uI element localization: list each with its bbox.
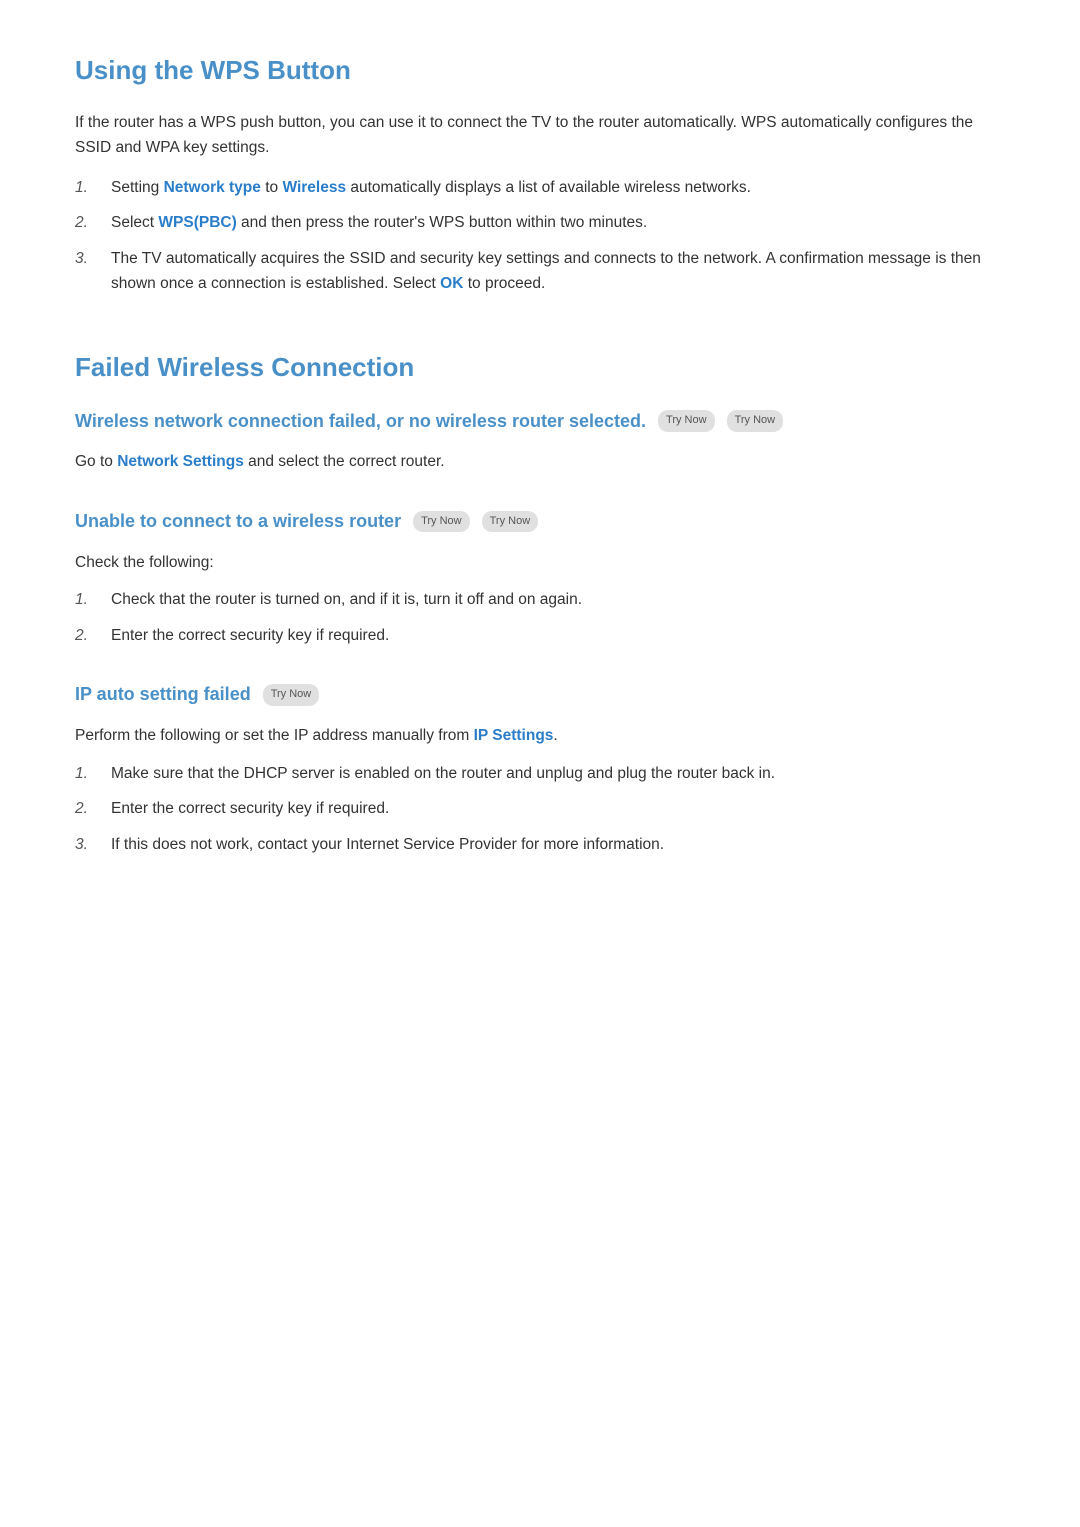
try-now-badge-1[interactable]: Try Now [658,410,715,432]
ip-auto-title-text: IP auto setting failed [75,680,251,709]
list-number: 1. [75,761,111,787]
ip-auto-list: 1. Make sure that the DHCP server is ena… [75,761,1005,858]
wireless-failed-title: Wireless network connection failed, or n… [75,407,1005,436]
wireless-failed-subsection: Wireless network connection failed, or n… [75,407,1005,475]
list-item: 2. Enter the correct security key if req… [75,796,1005,822]
list-number: 2. [75,623,111,649]
list-text: Select WPS(PBC) and then press the route… [111,210,1005,236]
try-now-badge-4[interactable]: Try Now [482,511,539,533]
wps-steps-list: 1. Setting Network type to Wireless auto… [75,175,1005,297]
list-number: 3. [75,832,111,858]
failed-section: Failed Wireless Connection Wireless netw… [75,347,1005,857]
try-now-badge-3[interactable]: Try Now [413,511,470,533]
check-following-text: Check the following: [75,550,1005,576]
list-text: Check that the router is turned on, and … [111,587,1005,613]
unable-connect-title-text: Unable to connect to a wireless router [75,507,401,536]
unable-connect-subsection: Unable to connect to a wireless router T… [75,507,1005,648]
list-item: 1. Setting Network type to Wireless auto… [75,175,1005,201]
wps-title: Using the WPS Button [75,50,1005,92]
ok-link: OK [440,275,463,292]
failed-title: Failed Wireless Connection [75,347,1005,389]
list-number: 1. [75,175,111,201]
list-text: If this does not work, contact your Inte… [111,832,1005,858]
try-now-badge-5[interactable]: Try Now [263,684,320,706]
list-text: Enter the correct security key if requir… [111,796,1005,822]
list-text: Setting Network type to Wireless automat… [111,175,1005,201]
list-text: The TV automatically acquires the SSID a… [111,246,1005,297]
ip-settings-link: IP Settings [474,727,554,744]
wps-pbc-link: WPS(PBC) [158,214,236,231]
wps-section: Using the WPS Button If the router has a… [75,50,1005,297]
wireless-failed-title-text: Wireless network connection failed, or n… [75,407,646,436]
wireless-failed-body: Go to Network Settings and select the co… [75,449,1005,475]
list-text: Make sure that the DHCP server is enable… [111,761,1005,787]
ip-auto-body: Perform the following or set the IP addr… [75,723,1005,749]
list-item: 2. Select WPS(PBC) and then press the ro… [75,210,1005,236]
ip-auto-title: IP auto setting failed Try Now [75,680,1005,709]
list-item: 3. The TV automatically acquires the SSI… [75,246,1005,297]
list-number: 2. [75,796,111,822]
list-item: 1. Check that the router is turned on, a… [75,587,1005,613]
unable-connect-title: Unable to connect to a wireless router T… [75,507,1005,536]
wps-intro: If the router has a WPS push button, you… [75,110,1005,161]
list-number: 3. [75,246,111,272]
list-item: 1. Make sure that the DHCP server is ena… [75,761,1005,787]
unable-connect-list: 1. Check that the router is turned on, a… [75,587,1005,648]
wireless-link: Wireless [282,179,346,196]
network-settings-link: Network Settings [117,453,244,470]
list-number: 1. [75,587,111,613]
list-item: 3. If this does not work, contact your I… [75,832,1005,858]
list-text: Enter the correct security key if requir… [111,623,1005,649]
list-number: 2. [75,210,111,236]
network-type-link: Network type [164,179,261,196]
ip-auto-subsection: IP auto setting failed Try Now Perform t… [75,680,1005,857]
list-item: 2. Enter the correct security key if req… [75,623,1005,649]
try-now-badge-2[interactable]: Try Now [727,410,784,432]
